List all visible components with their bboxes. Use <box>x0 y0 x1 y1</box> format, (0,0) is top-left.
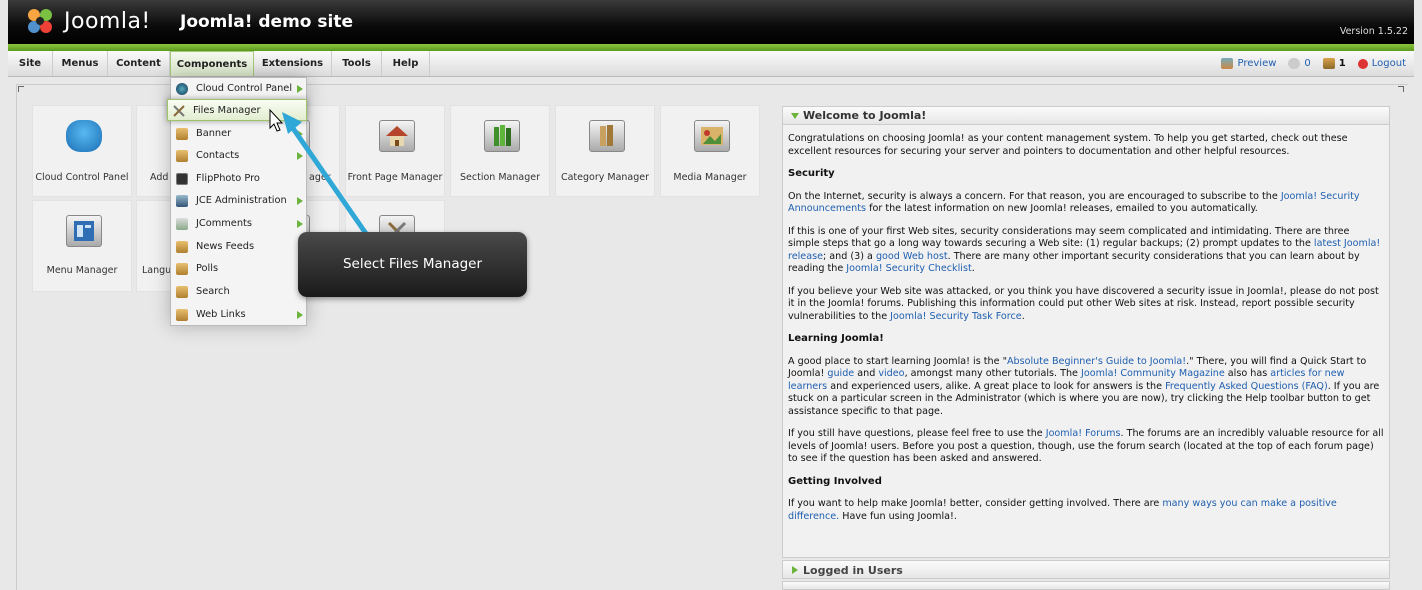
menu-manager-icon <box>66 215 102 247</box>
logout-link[interactable]: Logout <box>1357 51 1406 76</box>
joomla-forums-link[interactable]: Joomla! Forums <box>1046 428 1121 439</box>
banner-icon <box>176 128 188 140</box>
category-icon <box>589 120 625 152</box>
joomla-logo-icon <box>28 9 52 33</box>
expand-triangle-icon <box>791 113 799 119</box>
newsfeeds-icon <box>176 241 188 253</box>
media-icon <box>694 120 730 152</box>
welcome-intro: Congratulations on choosing Joomla! as y… <box>788 133 1348 157</box>
tile-cloud-control-panel[interactable]: Cloud Control Panel <box>32 105 132 197</box>
search-icon <box>176 286 188 298</box>
tile-media-manager[interactable]: Media Manager <box>660 105 760 197</box>
security-para-1: On the Internet, security is always a co… <box>788 190 1360 215</box>
menu-menus[interactable]: Menus <box>53 51 108 76</box>
next-panel-header[interactable] <box>782 581 1390 590</box>
users-icon <box>1322 58 1335 69</box>
preview-icon <box>1221 58 1234 69</box>
security-checklist-link[interactable]: Joomla! Security Checklist <box>846 263 971 274</box>
involved-para-1: If you want to help make Joomla! better,… <box>788 498 1337 522</box>
welcome-panel-body: Congratulations on choosing Joomla! as y… <box>783 125 1389 523</box>
preview-link[interactable]: Preview <box>1221 51 1276 76</box>
menu-tools[interactable]: Tools <box>332 51 382 76</box>
menu-components[interactable]: Components <box>170 51 254 76</box>
community-magazine-link[interactable]: Joomla! Community Magazine <box>1081 368 1225 379</box>
security-task-force-link[interactable]: Joomla! Security Task Force <box>890 311 1022 322</box>
site-name: Joomla! demo site <box>180 12 353 32</box>
frame-corner-right <box>1398 86 1404 92</box>
security-para-3: If you believe your Web site was attacke… <box>788 285 1379 322</box>
guide-link[interactable]: guide <box>827 368 854 379</box>
submenu-arrow-icon <box>297 85 303 93</box>
dd-item-web-links[interactable]: Web Links <box>171 304 306 326</box>
messages-icon <box>1288 58 1301 69</box>
cloud-icon <box>66 120 102 152</box>
admin-header: Joomla! Joomla! demo site Version 1.5.22 <box>8 0 1414 44</box>
menu-site[interactable]: Site <box>8 51 53 76</box>
flipphoto-icon <box>176 173 188 185</box>
logout-icon <box>1357 58 1368 69</box>
section-icon <box>484 120 520 152</box>
involved-heading: Getting Involved <box>788 475 882 487</box>
menu-content[interactable]: Content <box>108 51 170 76</box>
version-label: Version 1.5.22 <box>1339 26 1408 37</box>
menu-extensions[interactable]: Extensions <box>254 51 332 76</box>
contacts-icon <box>176 150 188 162</box>
files-manager-icon <box>173 105 185 117</box>
faq-link[interactable]: Frequently Asked Questions (FAQ) <box>1165 381 1328 392</box>
frame-corner-left <box>18 86 24 92</box>
messages-link[interactable]: 0 <box>1288 51 1311 76</box>
learning-heading: Learning Joomla! <box>788 333 884 344</box>
submenu-arrow-icon <box>297 311 303 319</box>
collapse-triangle-icon <box>792 566 798 574</box>
joomla-brand: Joomla! <box>64 9 151 34</box>
dd-item-search[interactable]: Search <box>171 281 306 303</box>
polls-icon <box>176 263 188 275</box>
users-online: 1 <box>1322 51 1346 76</box>
tile-menu-manager[interactable]: Menu Manager <box>32 200 132 292</box>
dd-item-polls[interactable]: Polls <box>171 258 306 280</box>
instruction-callout: Select Files Manager <box>298 232 527 297</box>
tile-section-manager[interactable]: Section Manager <box>450 105 550 197</box>
jce-icon <box>176 195 188 207</box>
dd-item-cloud-control-panel[interactable]: Cloud Control Panel <box>171 78 306 100</box>
cloud-icon <box>176 83 188 95</box>
status-bar: Preview 0 1 Logout <box>1221 51 1406 76</box>
good-web-host-link[interactable]: good Web host <box>876 251 948 262</box>
header-accent-bar <box>8 44 1414 51</box>
menu-help[interactable]: Help <box>382 51 430 76</box>
tile-category-manager[interactable]: Category Manager <box>555 105 655 197</box>
main-menubar: Site Menus Content Components Extensions… <box>8 51 1414 77</box>
logged-in-users-header[interactable]: Logged in Users <box>782 560 1390 579</box>
weblinks-icon <box>176 309 188 321</box>
learning-para-1: A good place to start learning Joomla! i… <box>788 355 1380 417</box>
learning-para-2: If you still have questions, please feel… <box>788 428 1384 464</box>
jcomments-icon <box>176 218 188 230</box>
security-para-2: If this is one of your first Web sites, … <box>788 225 1381 275</box>
beginners-guide-link[interactable]: Absolute Beginner's Guide to Joomla! <box>1007 356 1186 367</box>
welcome-panel-header[interactable]: Welcome to Joomla! <box>783 107 1389 125</box>
security-heading: Security <box>788 168 835 179</box>
welcome-panel: Welcome to Joomla! Congratulations on ch… <box>782 106 1390 558</box>
video-link[interactable]: video <box>878 368 904 379</box>
